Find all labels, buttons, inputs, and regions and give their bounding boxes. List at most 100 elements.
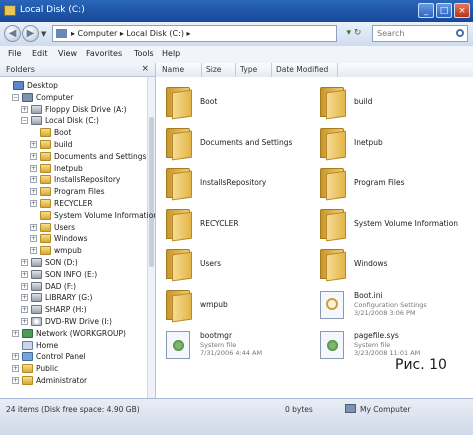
tree-item-label: Public xyxy=(36,364,59,374)
tree-item-label: Program Files xyxy=(54,187,105,197)
file-name: InstallsRepository xyxy=(200,178,267,187)
expand-icon[interactable]: + xyxy=(12,365,19,373)
column-header-size[interactable]: Size xyxy=(202,63,236,77)
tree-item-label: Documents and Settings xyxy=(54,151,147,161)
menu-favorites[interactable]: Favorites xyxy=(86,49,122,58)
breadcrumb[interactable]: ▸ Computer ▸ Local Disk (C:) ▸ xyxy=(71,29,191,38)
folder-item[interactable]: wmpub xyxy=(160,288,310,326)
expand-icon[interactable]: + xyxy=(30,247,37,255)
expand-icon[interactable]: + xyxy=(12,377,19,384)
desktop-icon xyxy=(13,81,24,90)
expand-icon[interactable]: + xyxy=(21,282,28,290)
expand-icon[interactable]: + xyxy=(21,306,28,314)
figure-caption: Рис. 10 xyxy=(395,357,447,373)
column-header-date-modified[interactable]: Date Modified xyxy=(272,63,338,77)
drive-icon xyxy=(31,293,42,303)
folder-icon xyxy=(320,208,348,241)
tree-item-label: Computer xyxy=(36,92,74,102)
expand-icon[interactable]: + xyxy=(21,105,28,113)
expand-icon[interactable]: + xyxy=(30,200,37,207)
folder-item[interactable]: InstallsRepository xyxy=(160,166,310,204)
column-header-type[interactable]: Type xyxy=(236,63,272,77)
close-pane-icon[interactable]: × xyxy=(141,64,149,74)
menu-edit[interactable]: Edit xyxy=(32,49,48,58)
tree-item-label: DVD-RW Drive (I:) xyxy=(45,317,112,326)
expand-icon[interactable]: + xyxy=(30,176,37,184)
folder-icon xyxy=(166,249,194,282)
expand-icon[interactable]: + xyxy=(30,152,37,160)
search-input[interactable] xyxy=(375,27,455,40)
tree-item-label: build xyxy=(54,140,73,149)
menu-view[interactable]: View xyxy=(58,49,77,58)
folder-item[interactable]: Windows xyxy=(314,247,464,285)
folder-icon xyxy=(22,376,33,385)
forward-button[interactable]: ▶ xyxy=(22,25,39,42)
folder-window-icon xyxy=(4,5,16,16)
file-name: Inetpub xyxy=(354,137,383,147)
folder-icon xyxy=(40,199,51,208)
file-type: Configuration Settings xyxy=(354,300,427,309)
folder-icon xyxy=(40,140,51,149)
folder-icon xyxy=(40,222,51,232)
file-item[interactable]: bootmgr System file 7/31/2006 4:44 AM xyxy=(160,328,310,366)
maximize-button[interactable]: □ xyxy=(436,3,452,18)
search-icon[interactable] xyxy=(456,29,464,37)
back-arrow-icon: ◀ xyxy=(8,28,17,39)
drive-icon xyxy=(31,305,42,315)
tree-scrollbar-thumb[interactable] xyxy=(149,117,154,267)
tree-item-label: LIBRARY (G:) xyxy=(45,293,93,303)
close-button[interactable]: × xyxy=(454,3,470,18)
expand-icon[interactable]: + xyxy=(21,294,28,302)
folder-tree: Desktop − Computer + Floppy Disk Drive (A:) −… xyxy=(0,77,156,398)
folder-item[interactable]: build xyxy=(314,85,464,123)
folder-item[interactable]: System Volume Information xyxy=(314,207,464,245)
expand-icon[interactable]: + xyxy=(21,270,28,278)
folder-icon xyxy=(166,168,194,201)
minimize-button[interactable]: _ xyxy=(418,3,434,18)
drive-icon xyxy=(31,258,42,267)
recent-pages-dropdown[interactable]: ▼ xyxy=(41,30,46,38)
collapse-icon[interactable]: − xyxy=(21,117,28,125)
folder-item[interactable]: Program Files xyxy=(314,166,464,204)
refresh-button[interactable]: ▾ ↻ xyxy=(340,26,368,41)
file-name: pagefile.sys xyxy=(354,331,399,340)
tree-item-label: Network (WORKGROUP) xyxy=(36,328,126,338)
folder-icon xyxy=(40,163,51,173)
folder-item[interactable]: RECYCLER xyxy=(160,207,310,245)
expand-icon[interactable]: + xyxy=(21,259,28,266)
folder-icon xyxy=(166,289,194,322)
expand-icon[interactable]: + xyxy=(30,235,37,243)
address-field[interactable]: ▸ Computer ▸ Local Disk (C:) ▸ xyxy=(52,25,337,42)
menu-help[interactable]: Help xyxy=(162,49,180,58)
tree-scrollbar[interactable] xyxy=(147,77,155,398)
system-file-icon xyxy=(320,331,344,359)
expand-icon[interactable]: + xyxy=(30,188,37,196)
search-box[interactable] xyxy=(372,25,468,42)
menu-file[interactable]: File xyxy=(8,49,21,58)
system-file-icon xyxy=(166,331,190,359)
collapse-icon[interactable]: − xyxy=(12,93,19,101)
file-item[interactable]: Boot.ini Configuration Settings 3/21/2008 … xyxy=(314,288,464,326)
folder-item[interactable]: Documents and Settings xyxy=(160,126,310,164)
file-name: Boot.ini xyxy=(354,290,383,300)
file-name: Program Files xyxy=(354,178,405,187)
file-list: Boot build Documents and Settings Inetpub In… xyxy=(156,77,473,398)
expand-icon[interactable]: + xyxy=(12,329,19,337)
folder-item[interactable]: Boot xyxy=(160,85,310,123)
expand-icon[interactable]: + xyxy=(30,223,37,231)
menu-tools[interactable]: Tools xyxy=(134,49,154,58)
expand-icon[interactable]: + xyxy=(12,353,19,361)
window-controls: _ □ × xyxy=(416,3,470,19)
back-button[interactable]: ◀ xyxy=(4,25,21,42)
expand-icon[interactable]: + xyxy=(30,164,37,172)
folder-icon xyxy=(320,168,348,201)
expand-icon[interactable]: + xyxy=(21,318,28,325)
folder-item[interactable]: Inetpub xyxy=(314,126,464,164)
file-name: Boot xyxy=(200,97,218,106)
folder-item[interactable]: Users xyxy=(160,247,310,285)
column-header-name[interactable]: Name xyxy=(158,63,202,77)
drive-icon xyxy=(31,281,42,291)
expand-icon[interactable]: + xyxy=(30,141,37,148)
status-bar: 24 items (Disk free space: 4.90 GB) 0 by… xyxy=(0,398,473,435)
column-headers: Name Size Type Date Modified xyxy=(156,63,473,78)
